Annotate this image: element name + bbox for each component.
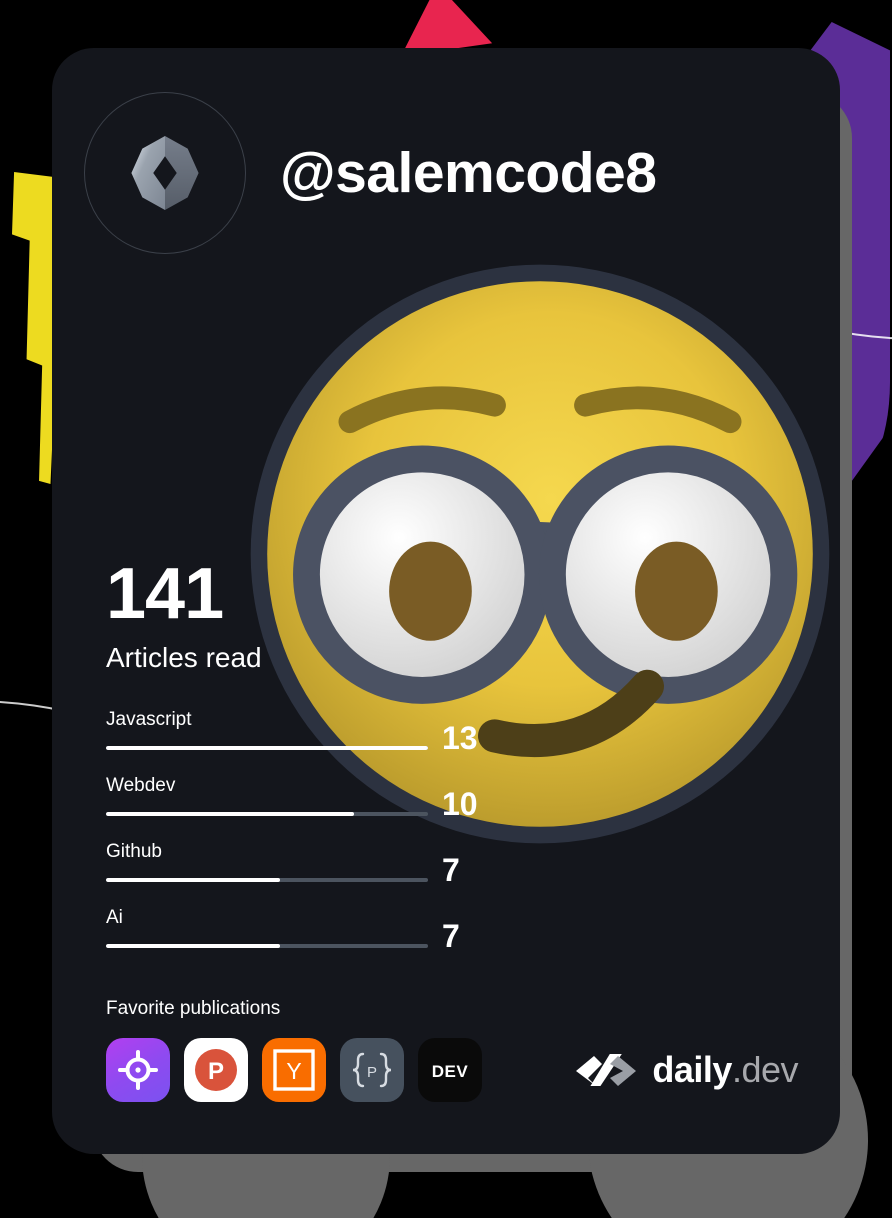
tag-progress-fill (106, 878, 280, 882)
brand-name: daily (652, 1049, 732, 1090)
articles-read-count: 141 (106, 554, 224, 634)
tag-label: Webdev (106, 775, 176, 796)
tag-label: Javascript (106, 709, 192, 730)
username: @salemcode8 (280, 140, 657, 205)
letter-p-circle-icon: P (195, 1049, 237, 1091)
tag-row: Ai 7 (106, 898, 486, 964)
tag-count: 13 (442, 720, 478, 756)
profile-card-stage: @salemcode8 141 Articles read Javascript… (0, 0, 892, 1218)
hacker-news-publication[interactable]: Y (262, 1038, 326, 1102)
dev-to-publication[interactable]: DEV (418, 1038, 482, 1102)
curly-p-publication[interactable]: P (340, 1038, 404, 1102)
daily-dev-chevron-icon (576, 1054, 637, 1086)
favorite-publications-section: Favorite publications P Y P DEV daily.de… (106, 999, 806, 1102)
tag-label: Github (106, 841, 162, 862)
reading-stats: 141 Articles read Javascript 13 Webdev 1… (106, 558, 486, 964)
curly-braces-p-icon: P (352, 1052, 392, 1088)
svg-text:Y: Y (286, 1058, 301, 1084)
tag-progress-track (106, 944, 428, 948)
crosshair-icon (118, 1050, 158, 1090)
tag-progress-fill (106, 944, 280, 948)
hexagon-logo-icon (131, 136, 199, 210)
tag-progress-fill (106, 746, 428, 750)
letter-y-square-icon: Y (273, 1049, 315, 1091)
svg-text:P: P (367, 1064, 377, 1081)
card-header: @salemcode8 (52, 48, 840, 254)
tag-count: 7 (442, 918, 460, 954)
svg-text:DEV: DEV (432, 1062, 469, 1081)
brand-tld: .dev (731, 1049, 799, 1090)
svg-text:P: P (208, 1058, 224, 1085)
tag-progress-track (106, 812, 428, 816)
favorite-publications-title: Favorite publications (106, 998, 281, 1019)
product-hunt-publication[interactable]: P (184, 1038, 248, 1102)
publication-icon-list: P Y P DEV (106, 1038, 482, 1102)
tag-label: Ai (106, 907, 123, 928)
tag-row: Javascript 13 (106, 700, 486, 766)
daily-dev-brand: daily.dev (574, 1052, 806, 1088)
avatar[interactable] (84, 92, 246, 254)
brand-wordmark: daily.dev (652, 1052, 798, 1088)
tag-count: 7 (442, 852, 460, 888)
dev-wordmark-icon: DEV (432, 1062, 469, 1081)
tag-row: Github 7 (106, 832, 486, 898)
top-tags-list: Javascript 13 Webdev 10 Github 7 Ai 7 (106, 700, 486, 964)
crosshair-target-publication[interactable] (106, 1038, 170, 1102)
tag-progress-track (106, 746, 428, 750)
tag-progress-track (106, 878, 428, 882)
devcard: @salemcode8 141 Articles read Javascript… (52, 48, 840, 1154)
tag-row: Webdev 10 (106, 766, 486, 832)
articles-read-label: Articles read (106, 642, 262, 673)
tag-count: 10 (442, 786, 478, 822)
tag-progress-fill (106, 812, 354, 816)
